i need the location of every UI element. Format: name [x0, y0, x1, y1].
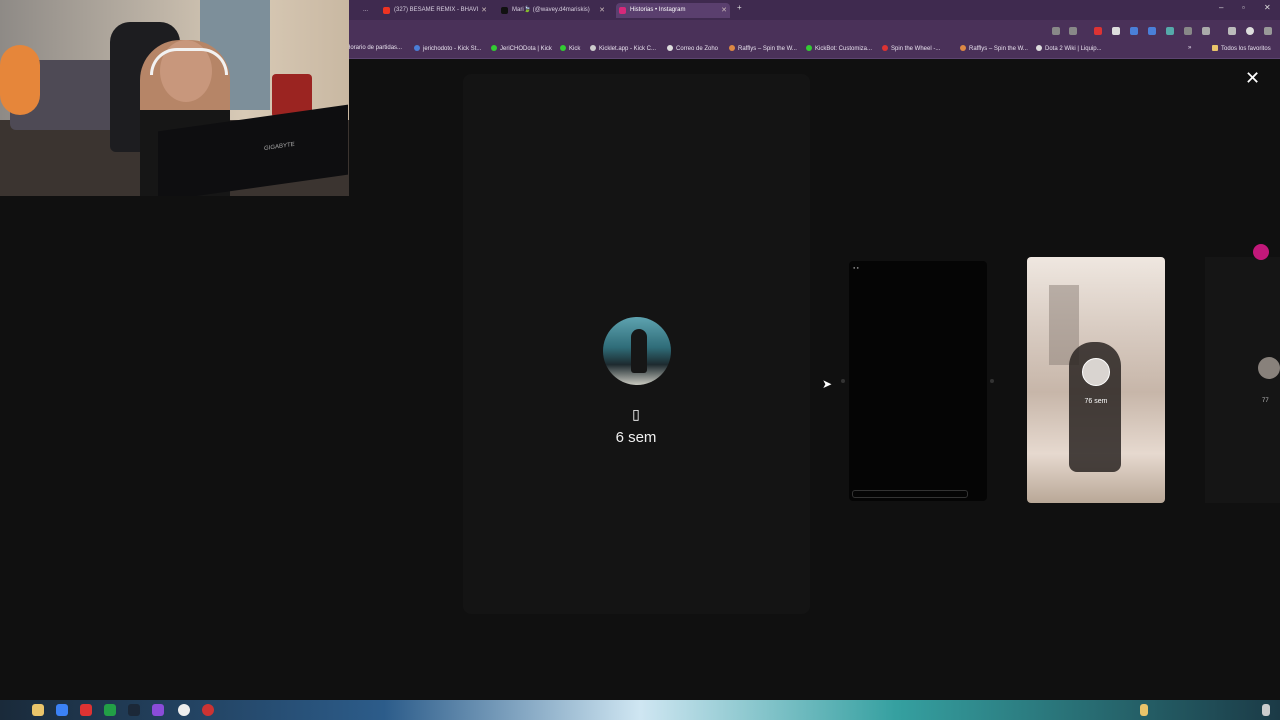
more-bookmarks-button[interactable]: » — [1188, 45, 1191, 51]
extension-icon[interactable] — [1094, 27, 1102, 35]
avatar-figure — [631, 329, 647, 373]
mouse-cursor-icon: ➤ — [822, 377, 833, 391]
story-preview-header: ● ● — [853, 265, 859, 270]
file-explorer-icon[interactable] — [32, 704, 44, 716]
rafflys-icon — [960, 45, 966, 51]
bookmark[interactable]: KickBot: Customiza... — [806, 45, 872, 52]
close-tab-icon[interactable]: ✕ — [721, 3, 727, 18]
star-icon[interactable] — [1069, 27, 1077, 35]
story-time: 77 — [1262, 398, 1269, 404]
mail-icon — [667, 45, 673, 51]
tab-label: ... — [363, 7, 369, 13]
bookmark[interactable]: JeriCHODota | Kick — [491, 45, 552, 52]
orange-object — [0, 45, 40, 115]
steam-icon[interactable] — [128, 704, 140, 716]
bookmark-icon — [882, 45, 888, 51]
close-tab-icon[interactable]: ✕ — [599, 3, 605, 18]
bookmark[interactable]: Rafflys – Spin the W... — [729, 45, 797, 52]
tab-instagram[interactable]: Historias • Instagram ✕ — [616, 3, 730, 18]
bookmark[interactable]: Rafflys – Spin the W... — [960, 45, 1028, 52]
extension-floating-icon[interactable] — [1253, 244, 1269, 260]
opera-icon[interactable] — [80, 704, 92, 716]
youtube-icon — [383, 7, 390, 14]
rafflys-icon — [729, 45, 735, 51]
tab-label: Historias • Instagram — [630, 7, 686, 13]
bookmark[interactable]: Kick — [560, 45, 580, 52]
all-bookmarks[interactable]: Todos los favoritos — [1212, 45, 1271, 52]
story-avatar[interactable] — [603, 317, 671, 385]
tray-icon[interactable] — [1140, 704, 1148, 716]
close-window-button[interactable]: ✕ — [1264, 3, 1271, 12]
extension-icon[interactable] — [1130, 27, 1138, 35]
extension-icon[interactable] — [1148, 27, 1156, 35]
nav-dot — [841, 379, 845, 383]
tiktok-icon — [501, 7, 508, 14]
notifications-icon[interactable] — [1262, 704, 1270, 716]
sidebar-icon[interactable] — [1228, 27, 1236, 35]
nav-dot — [990, 379, 994, 383]
profile-avatar[interactable] — [1246, 27, 1254, 35]
story-avatar — [1258, 357, 1280, 379]
bookmark[interactable]: Correo de Zoho — [667, 45, 718, 52]
tab[interactable]: ... — [349, 3, 369, 18]
bookmark-icon — [1036, 45, 1042, 51]
kick-icon — [560, 45, 566, 51]
close-icon[interactable]: ✕ — [1245, 68, 1260, 89]
chrome-icon[interactable] — [178, 704, 190, 716]
close-tab-icon[interactable]: ✕ — [481, 3, 487, 18]
bookmark-icon — [590, 45, 596, 51]
headphones-icon — [150, 48, 228, 75]
instagram-icon — [619, 7, 626, 14]
story-avatar — [1082, 358, 1110, 386]
tab-tiktok[interactable]: Mari🍃 (@wavey.d4mariskis) ✕ — [498, 3, 608, 18]
taskbar — [0, 700, 1280, 720]
bookmark[interactable]: Spin the Wheel -... — [882, 45, 940, 52]
story-time: 6 sem — [615, 429, 657, 446]
obs-icon[interactable] — [202, 704, 214, 716]
story-preview-edge[interactable] — [1205, 257, 1280, 503]
extension-icon[interactable] — [1166, 27, 1174, 35]
webcam-overlay: GIGABYTE — [0, 0, 349, 196]
story-preview-following[interactable]: 76 sem — [1027, 257, 1165, 503]
maximize-button[interactable]: ▫ — [1242, 3, 1245, 12]
app-icon[interactable] — [152, 704, 164, 716]
tab-label: Mari🍃 (@wavey.d4mariskis) — [512, 7, 590, 13]
menu-icon[interactable] — [1264, 27, 1272, 35]
excel-icon[interactable] — [104, 704, 116, 716]
story-reply-bar — [852, 490, 968, 498]
bookmark-icon — [806, 45, 812, 51]
story-glyph: ▯ — [632, 406, 640, 422]
extension-icon[interactable] — [1184, 27, 1192, 35]
story-time: 76 sem — [1084, 398, 1108, 405]
kick-icon — [491, 45, 497, 51]
bookmark[interactable]: Dota 2 Wiki | Liquip... — [1036, 45, 1102, 52]
bookmark[interactable]: jerichodoto - Kick St... — [414, 45, 481, 52]
folder-icon — [1212, 45, 1218, 51]
story-preview-next[interactable]: ● ● — [849, 261, 987, 501]
app-icon[interactable] — [56, 704, 68, 716]
tab-label: (327) BESAME REMIX - BHAVI — [394, 7, 479, 13]
bookmark[interactable]: Kicklet.app - Kick C... — [590, 45, 656, 52]
extensions-puzzle-icon[interactable] — [1202, 27, 1210, 35]
new-tab-button[interactable]: + — [737, 3, 742, 12]
extension-icon[interactable] — [1112, 27, 1120, 35]
bookmark[interactable]: Horario de partidas... — [346, 45, 402, 51]
bookmark-icon — [414, 45, 420, 51]
cast-icon[interactable] — [1052, 27, 1060, 35]
minimize-button[interactable]: – — [1219, 3, 1223, 12]
tab-youtube[interactable]: (327) BESAME REMIX - BHAVI ✕ — [380, 3, 490, 18]
